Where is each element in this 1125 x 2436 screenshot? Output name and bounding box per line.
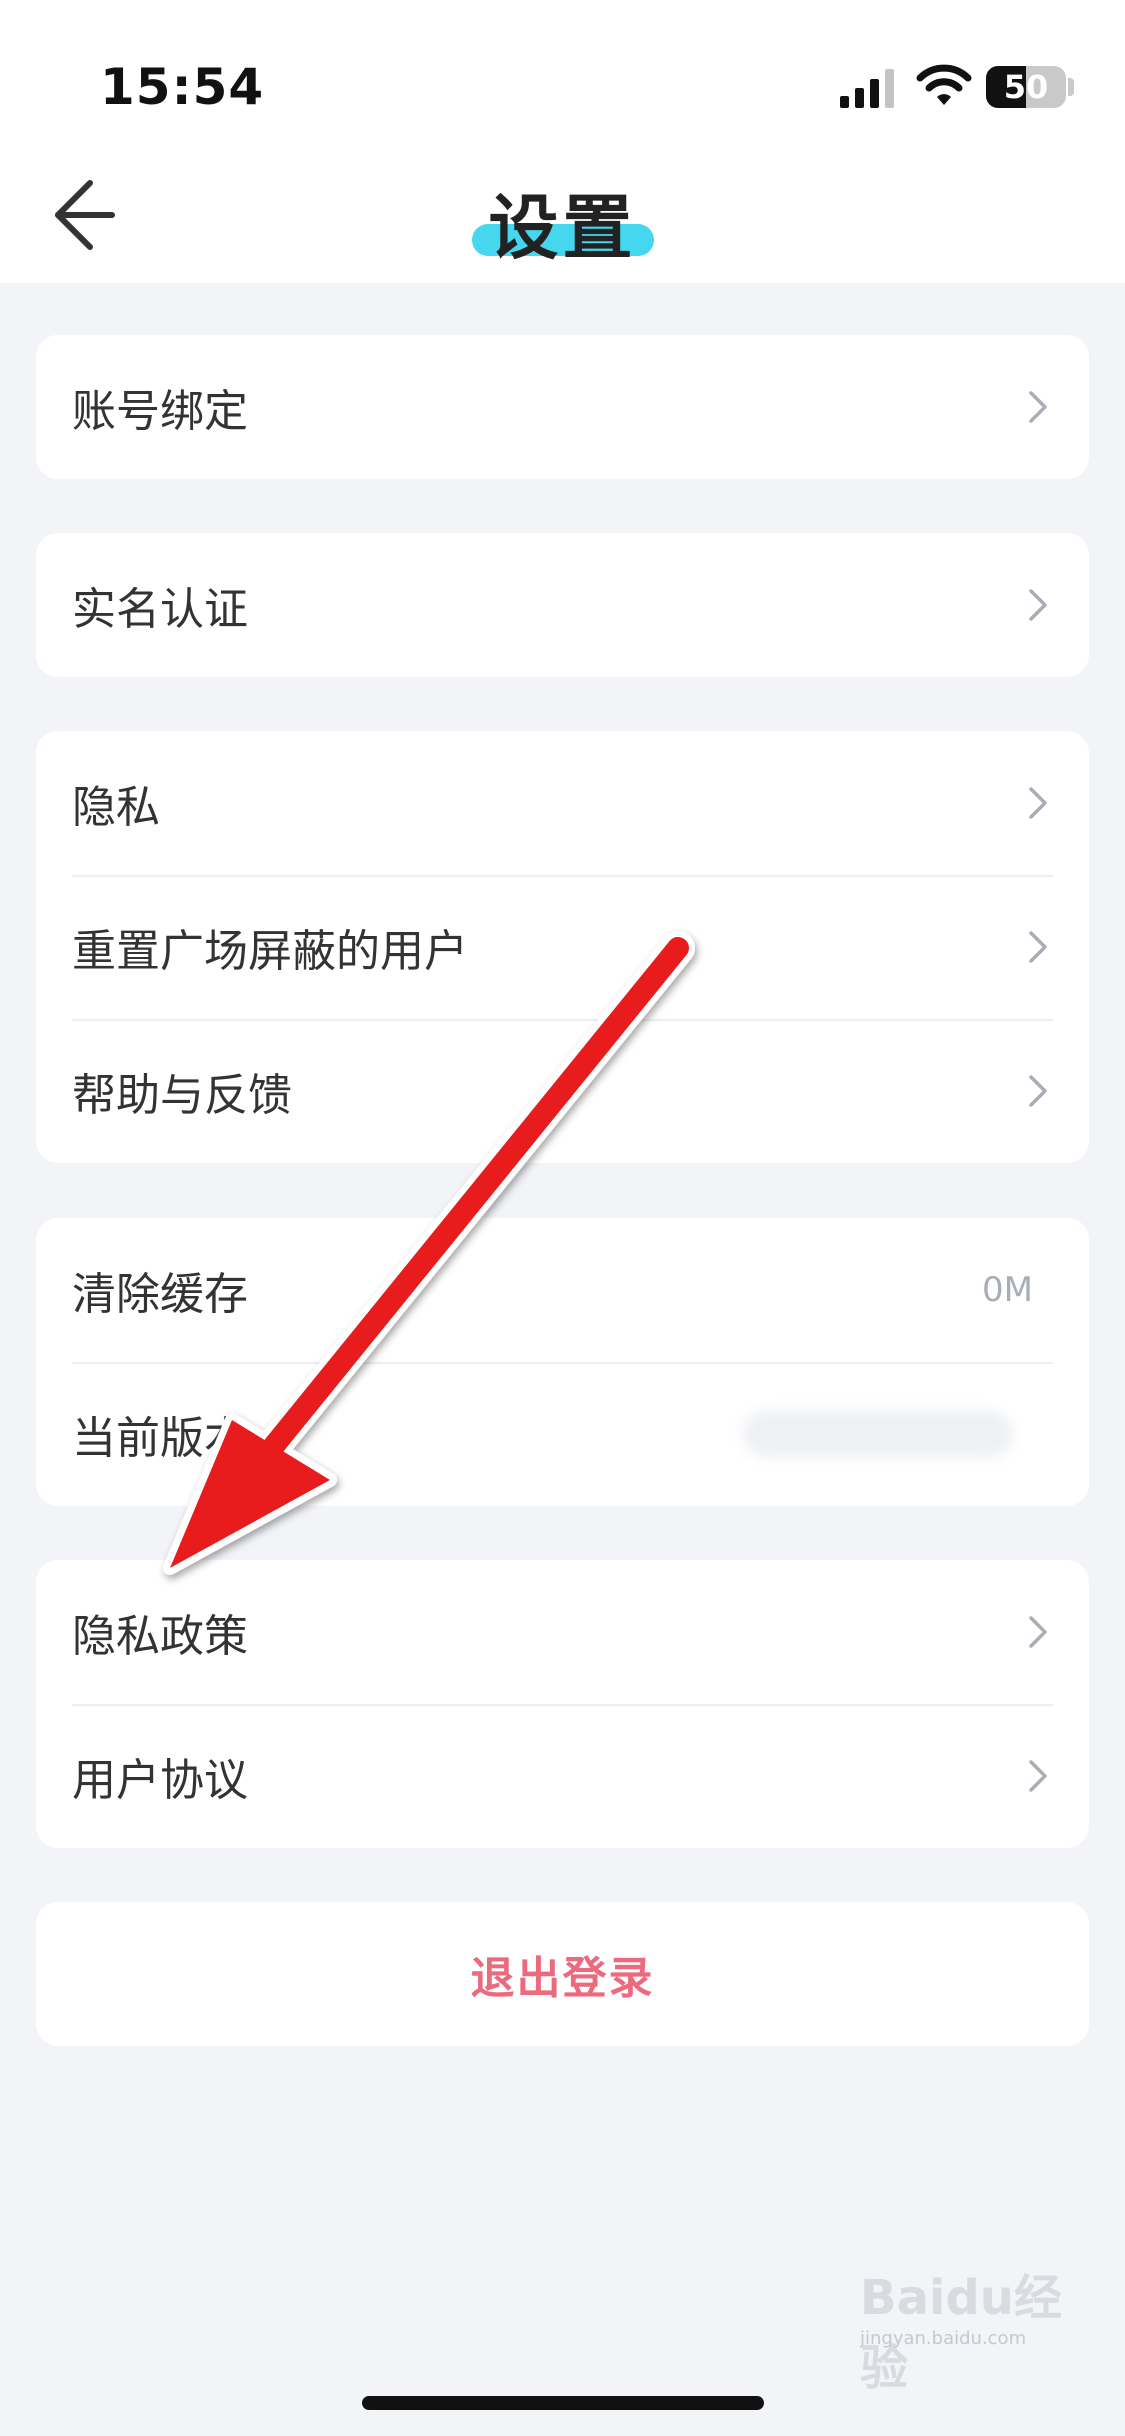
settings-card-privacy: 隐私 重置广场屏蔽的用户 帮助与反馈 <box>36 731 1089 1163</box>
chevron-right-icon <box>1029 1760 1047 1792</box>
settings-item-label: 账号绑定 <box>72 386 248 437</box>
version-value-blurred <box>743 1411 1013 1457</box>
settings-item-current-version: 当前版本 <box>36 1362 1089 1506</box>
logout-label: 退出登录 <box>470 1953 655 2004</box>
settings-item-help-feedback[interactable]: 帮助与反馈 <box>36 1019 1089 1163</box>
settings-item-label: 当前版本 <box>72 1413 248 1464</box>
top-bar: 15:54 50 设置 <box>0 0 1125 283</box>
settings-item-label: 用户协议 <box>72 1755 248 1806</box>
home-indicator[interactable] <box>362 2396 764 2410</box>
settings-item-account-binding[interactable]: 账号绑定 <box>36 335 1089 479</box>
chevron-right-icon <box>1029 1075 1047 1107</box>
battery-tip <box>1068 78 1074 96</box>
status-time: 15:54 <box>100 58 265 116</box>
chevron-right-icon <box>1029 931 1047 963</box>
settings-card-legal: 隐私政策 用户协议 <box>36 1560 1089 1848</box>
page-title-wrap: 设置 <box>0 172 1125 273</box>
wifi-icon <box>916 64 972 105</box>
settings-item-reset-blocked[interactable]: 重置广场屏蔽的用户 <box>36 875 1089 1019</box>
settings-item-real-name[interactable]: 实名认证 <box>36 533 1089 677</box>
settings-item-label: 清除缓存 <box>72 1269 248 1320</box>
settings-item-label: 重置广场屏蔽的用户 <box>72 926 468 977</box>
settings-item-user-agreement[interactable]: 用户协议 <box>36 1704 1089 1848</box>
settings-card-account: 账号绑定 <box>36 335 1089 479</box>
chevron-right-icon <box>1029 391 1047 423</box>
logout-button[interactable]: 退出登录 <box>36 1902 1089 2046</box>
settings-item-privacy-policy[interactable]: 隐私政策 <box>36 1560 1089 1704</box>
chevron-right-icon <box>1029 787 1047 819</box>
settings-item-clear-cache[interactable]: 清除缓存 0M <box>36 1218 1089 1362</box>
watermark-sub: jingyan.baidu.com <box>860 2328 1027 2349</box>
settings-item-privacy[interactable]: 隐私 <box>36 731 1089 875</box>
settings-card-verification: 实名认证 <box>36 533 1089 677</box>
cellular-signal-icon <box>840 69 894 108</box>
baidu-watermark: Baidu经验 jingyan.baidu.com <box>860 2258 1090 2396</box>
settings-card-app: 清除缓存 0M 当前版本 <box>36 1218 1089 1506</box>
chevron-right-icon <box>1029 1616 1047 1648</box>
cache-size-value: 0M <box>982 1270 1033 1310</box>
page-title: 设置 <box>488 187 637 269</box>
settings-item-label: 帮助与反馈 <box>72 1070 292 1121</box>
settings-item-label: 隐私 <box>72 782 160 833</box>
settings-item-label: 隐私政策 <box>72 1611 248 1662</box>
settings-item-label: 实名认证 <box>72 584 248 635</box>
battery-level: 50 <box>1003 68 1049 106</box>
battery-icon: 50 <box>986 66 1066 108</box>
chevron-right-icon <box>1029 589 1047 621</box>
